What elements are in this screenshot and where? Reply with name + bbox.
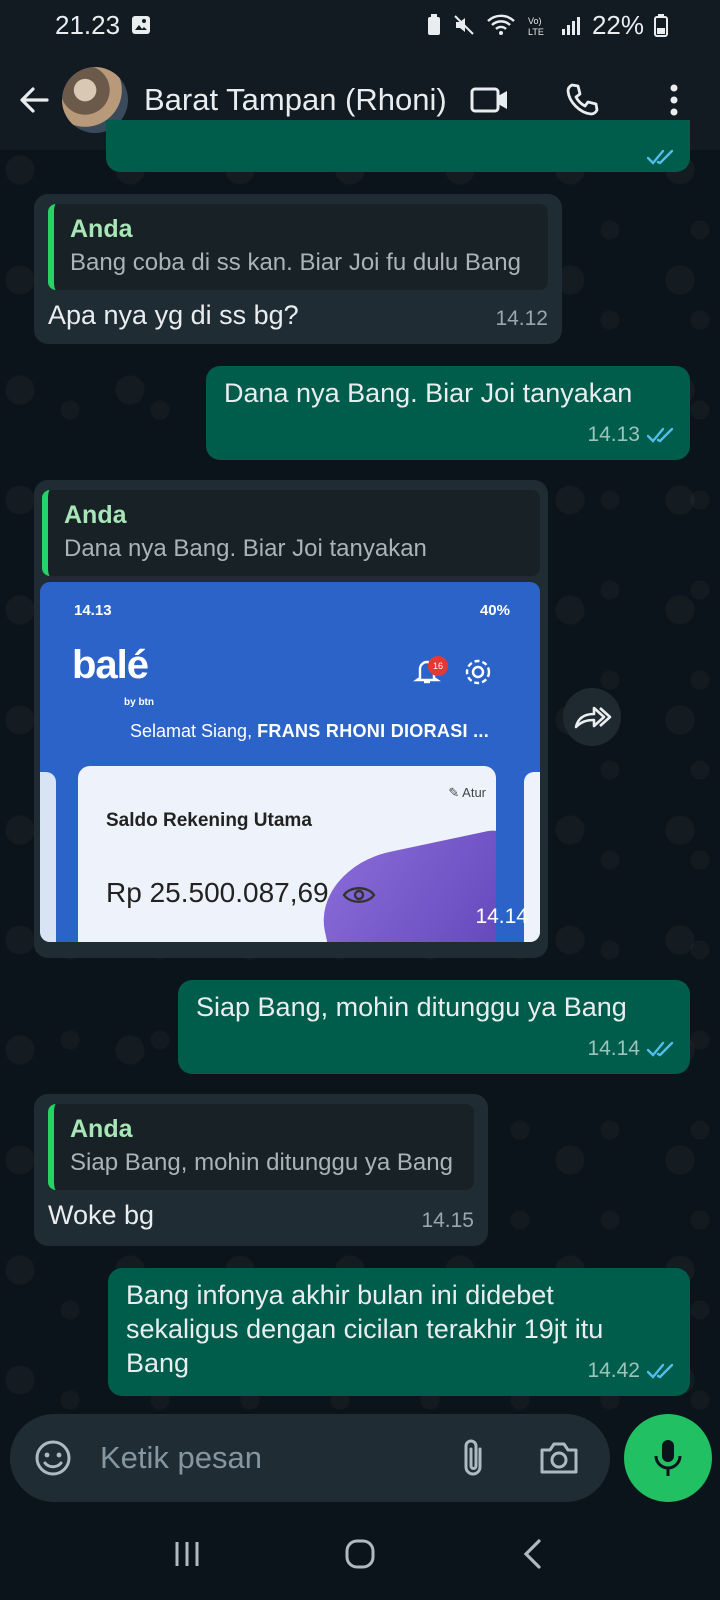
attach-button[interactable] [450, 1435, 496, 1481]
quoted-message[interactable]: Anda Dana nya Bang. Biar Joi tanyakan [42, 490, 540, 576]
card-edge-left [40, 772, 56, 942]
image-attachment[interactable]: 14.13 40% balé by btn 16 Selamat Siang, … [40, 582, 540, 942]
quote-text: Dana nya Bang. Biar Joi tanyakan [64, 535, 427, 562]
balance-amount: Rp 25.500.087,69 [106, 876, 376, 910]
voice-message-button[interactable] [624, 1414, 712, 1502]
image-status-time: 14.13 [74, 602, 112, 619]
home-icon [345, 1539, 375, 1569]
chevron-left-icon [524, 1539, 541, 1569]
microphone-icon [654, 1440, 682, 1476]
eye-icon [342, 886, 376, 903]
message-bubble-incoming[interactable]: Anda Bang coba di ss kan. Biar Joi fu du… [34, 194, 562, 344]
arrow-left-icon [20, 87, 49, 113]
phone-icon [566, 83, 599, 116]
image-status-battery: 40% [479, 602, 510, 619]
video-call-button[interactable] [466, 76, 514, 124]
read-ticks-icon [646, 148, 676, 166]
svg-text:Vo): Vo) [528, 16, 542, 26]
video-camera-icon [470, 87, 507, 113]
image-greeting: Selamat Siang, FRANS RHONI DIORASI ... [130, 714, 489, 748]
message-input[interactable] [100, 1440, 440, 1476]
image-status-bar: 14.13 40% [74, 594, 510, 628]
message-text-line: sekaligus dengan cicilan terakhir 19jt i… [126, 1314, 604, 1344]
camera-button[interactable] [534, 1435, 584, 1481]
status-time: 21.23 [55, 9, 121, 40]
battery-saver-icon [426, 13, 442, 37]
message-time: 14.14 [587, 1037, 640, 1060]
gear-icon [462, 656, 494, 696]
contact-name[interactable]: Barat Tampan (Rhoni) [144, 82, 447, 118]
battery-percent: 22% [591, 9, 644, 40]
message-meta: 14.15 [421, 1204, 474, 1238]
message-text: Woke bg [48, 1200, 155, 1230]
svg-text:LTE: LTE [528, 27, 544, 37]
recents-button[interactable] [157, 1524, 217, 1584]
message-bubble-partial[interactable] [106, 120, 690, 172]
message-text-line: Bang infonya akhir bulan ini didebet [126, 1280, 554, 1310]
balance-card: ✎ Atur Saldo Rekening Utama Rp 25.500.08… [78, 766, 496, 942]
message-meta: 14.12 [495, 302, 548, 336]
gallery-notification-icon [130, 14, 152, 36]
wifi-icon [486, 13, 516, 37]
more-options-button[interactable] [650, 76, 698, 124]
notification-badge: 16 [428, 656, 448, 676]
message-meta: 14.14 [587, 1032, 676, 1066]
message-meta: 14.13 [587, 418, 676, 452]
greeting-name: FRANS RHONI DIORASI ... [257, 721, 490, 741]
greeting-text: Selamat Siang, [130, 721, 253, 741]
message-time: 14.42 [587, 1359, 640, 1382]
read-ticks-icon [646, 1362, 676, 1380]
quoted-message[interactable]: Anda Siap Bang, mohin ditunggu ya Bang [48, 1104, 474, 1190]
quoted-message[interactable]: Anda Bang coba di ss kan. Biar Joi fu du… [48, 204, 548, 290]
card-title: Saldo Rekening Utama [106, 810, 312, 831]
message-bubble-outgoing[interactable]: Bang infonya akhir bulan ini didebet sek… [108, 1268, 690, 1396]
paperclip-icon [464, 1439, 482, 1476]
message-time: 14.13 [587, 423, 640, 446]
message-meta: 14.42 [587, 1354, 676, 1388]
system-nav-bar [0, 1508, 720, 1600]
forward-icon [574, 706, 612, 729]
read-ticks-icon [646, 426, 676, 444]
read-ticks-icon [646, 1040, 676, 1058]
signal-icon [560, 14, 582, 36]
message-time: 14.12 [495, 307, 548, 330]
forward-button[interactable] [563, 688, 621, 746]
bale-logo: balé [72, 643, 149, 687]
sticker-emoji-icon [35, 1440, 71, 1476]
battery-icon [654, 13, 668, 37]
quote-text: Siap Bang, mohin ditunggu ya Bang [70, 1149, 453, 1176]
message-bubble-outgoing[interactable]: Dana nya Bang. Biar Joi tanyakan 14.13 [206, 366, 690, 460]
back-button[interactable] [4, 70, 64, 130]
message-time: 14.15 [421, 1209, 474, 1232]
mute-icon [452, 13, 476, 37]
quote-text: Bang coba di ss kan. Biar Joi fu dulu Ba… [70, 249, 521, 276]
quote-author: Anda [70, 215, 133, 243]
recents-icon [175, 1542, 199, 1566]
vertical-dots-icon [670, 84, 678, 116]
message-text: Dana nya Bang. Biar Joi tanyakan [224, 378, 633, 408]
message-bubble-incoming[interactable]: Anda Siap Bang, mohin ditunggu ya Bang W… [34, 1094, 488, 1246]
message-bubble-outgoing[interactable]: Siap Bang, mohin ditunggu ya Bang 14.14 [178, 980, 690, 1074]
message-bubble-incoming-image[interactable]: Anda Dana nya Bang. Biar Joi tanyakan 14… [34, 480, 548, 958]
atur-label: ✎ Atur [448, 785, 486, 800]
voice-call-button[interactable] [558, 76, 606, 124]
quote-author: Anda [64, 501, 127, 529]
camera-icon [540, 1442, 578, 1474]
status-bar: 21.23 Vo) LTE 22% [0, 0, 720, 50]
message-composer [10, 1414, 610, 1502]
message-time: 14.14 [475, 905, 528, 928]
home-button[interactable] [330, 1524, 390, 1584]
back-nav-button[interactable] [503, 1524, 563, 1584]
volte-icon: Vo) LTE [526, 13, 550, 37]
message-meta [646, 148, 676, 166]
message-text: Siap Bang, mohin ditunggu ya Bang [196, 992, 627, 1022]
emoji-button[interactable] [30, 1435, 76, 1481]
quote-author: Anda [70, 1115, 133, 1143]
message-text: Apa nya yg di ss bg? [48, 300, 299, 330]
